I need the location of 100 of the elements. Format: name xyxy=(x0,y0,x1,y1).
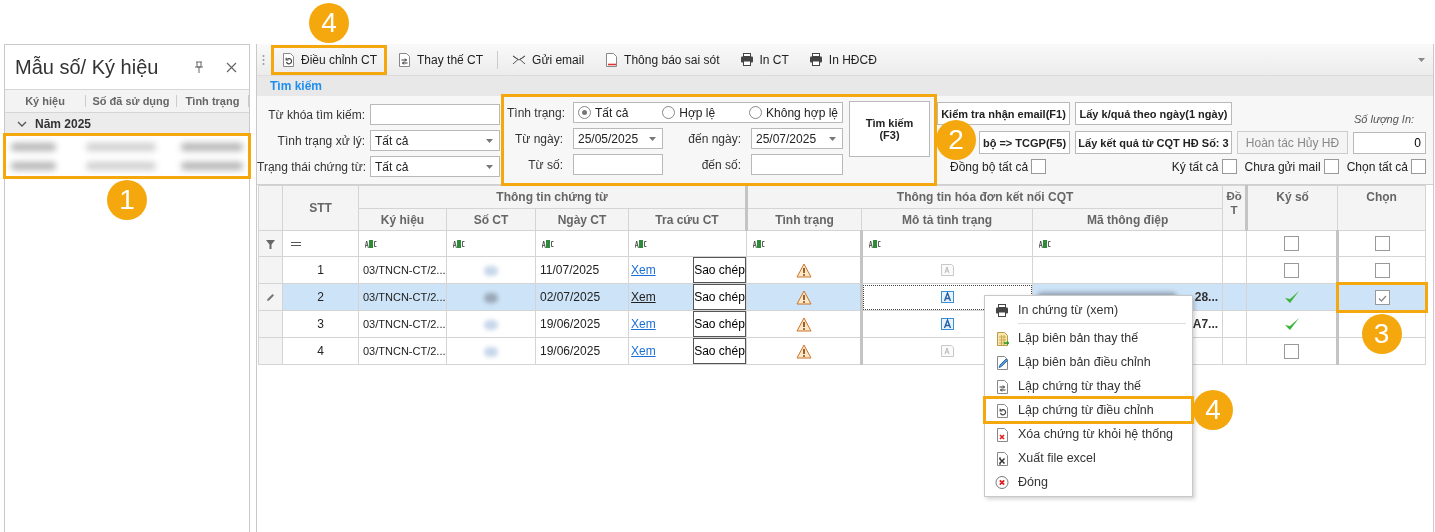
radio-button[interactable]: Hợp lệ xyxy=(662,105,716,120)
quantity-field[interactable]: 0 xyxy=(1353,132,1426,154)
column-header[interactable]: Tình trạng xyxy=(177,95,249,107)
checkbox[interactable] xyxy=(1284,343,1300,359)
checkbox-label: Đồng bộ tất cả xyxy=(950,159,1029,174)
select-field[interactable]: Tất cả xyxy=(370,130,500,151)
toolbar-button[interactable]: Thay thế CT xyxy=(389,46,492,73)
column-header[interactable]: Ký số xyxy=(1246,185,1338,231)
section-header: Tìm kiếm xyxy=(257,76,1433,96)
checkbox[interactable] xyxy=(1284,262,1300,278)
group-row[interactable]: Năm 2025 xyxy=(5,113,249,135)
date-field[interactable]: 25/05/2025 xyxy=(573,128,663,149)
search-field[interactable] xyxy=(370,104,500,125)
column-header[interactable]: Tình trạng xyxy=(746,208,862,231)
menu-item[interactable]: In chứng từ (xem) xyxy=(985,298,1192,322)
field-label: Từ khóa tìm kiếm: xyxy=(267,107,365,122)
action-button[interactable]: Lấy kết quả từ CQT HĐ Số: 3 xyxy=(1075,131,1232,154)
table-cell: A7... xyxy=(1192,317,1219,331)
table-cell: 4 xyxy=(282,337,359,365)
toolbar-button[interactable]: Thông báo sai sót xyxy=(596,46,728,73)
menu-item[interactable]: Lập biên bản điều chỉnh xyxy=(985,350,1192,374)
action-button[interactable]: bộ => TCGP(F5) xyxy=(979,131,1070,154)
column-header[interactable]: Chọn xyxy=(1337,185,1426,231)
grip-icon xyxy=(262,53,265,66)
copy-button[interactable]: Sao chép xyxy=(693,311,746,337)
number-field[interactable] xyxy=(573,154,663,175)
field-label: Từ ngày: xyxy=(513,131,564,146)
menu-item[interactable]: Lập biên bản thay thế xyxy=(985,326,1192,350)
select-field[interactable]: Tất cả xyxy=(370,156,500,177)
blurred-text xyxy=(86,142,156,151)
blurred-text xyxy=(484,346,498,357)
table-cell: 11/07/2025 xyxy=(535,256,629,284)
menu-item[interactable]: Lập chứng từ điều chỉnh xyxy=(985,398,1192,422)
copy-button[interactable]: Sao chép xyxy=(693,338,746,364)
checkbox[interactable] xyxy=(1374,262,1390,278)
checkbox[interactable] xyxy=(1284,236,1300,252)
number-field[interactable] xyxy=(751,154,843,175)
blurred-text xyxy=(11,142,56,151)
checkbox[interactable] xyxy=(1374,236,1390,252)
checkbox[interactable] xyxy=(1323,159,1339,174)
column-header[interactable]: Đồ T xyxy=(1222,185,1247,231)
menu-item[interactable]: Đóng xyxy=(985,470,1192,494)
checkbox-label: Chưa gửi mail xyxy=(1244,159,1321,174)
checkbox[interactable] xyxy=(1411,159,1426,174)
text-filter-icon xyxy=(542,239,554,248)
table-cell: 03/TNCN-CT/2... xyxy=(358,256,447,284)
column-header[interactable]: Thông tin hóa đơn kết nối CQT xyxy=(746,185,1223,209)
column-header[interactable]: Thông tin chứng từ xyxy=(358,185,747,209)
view-link[interactable]: Xem xyxy=(631,344,656,358)
column-header[interactable]: Mã thông điệp xyxy=(1032,208,1223,231)
document-refresh-icon xyxy=(281,52,295,67)
menu-item[interactable]: Xóa chứng từ khỏi hệ thống xyxy=(985,422,1192,446)
text-filter-icon xyxy=(453,239,465,248)
blurred-text xyxy=(11,161,56,170)
checkbox[interactable] xyxy=(1374,289,1390,305)
table-cell: 19/06/2025 xyxy=(535,310,629,338)
toolbar-button[interactable]: Gửi email xyxy=(504,46,593,73)
caret-icon xyxy=(829,136,836,141)
printer-icon xyxy=(739,52,754,67)
close-icon xyxy=(994,474,1009,490)
checkbox[interactable] xyxy=(1221,159,1237,174)
search-button[interactable]: Tìm kiếm (F3) xyxy=(849,101,930,157)
table-cell: 3 xyxy=(282,310,359,338)
close-icon xyxy=(226,61,237,73)
blurred-text xyxy=(484,265,498,276)
column-header[interactable]: Ký hiệu xyxy=(5,95,86,107)
caret-icon xyxy=(486,138,493,143)
column-header[interactable]: Mô tả tình trạng xyxy=(861,208,1033,231)
table-cell: 03/TNCN-CT/2... xyxy=(358,283,447,311)
equals-icon xyxy=(291,241,301,246)
text-filter-icon xyxy=(1039,239,1052,248)
menu-item[interactable]: Xuất file excel xyxy=(985,446,1192,470)
callout-badge: 4 xyxy=(309,2,349,43)
pin-icon xyxy=(194,61,204,73)
document-arrows-icon xyxy=(994,378,1009,394)
checkbox[interactable] xyxy=(1031,159,1047,174)
printer-icon xyxy=(808,52,823,67)
caret-icon xyxy=(1418,57,1425,62)
view-link[interactable]: Xem xyxy=(631,317,656,331)
view-link[interactable]: Xem xyxy=(631,263,656,277)
radio-button[interactable]: Tất cả xyxy=(578,105,629,120)
action-button[interactable]: Kiểm tra nhận email(F1) xyxy=(937,102,1070,125)
copy-button[interactable]: Sao chép xyxy=(693,257,746,283)
radio-button[interactable]: Không hợp lệ xyxy=(749,105,838,120)
menu-item[interactable]: Lập chứng từ thay thế xyxy=(985,374,1192,398)
toolbar-button[interactable]: In HĐCĐ xyxy=(800,46,885,73)
date-field[interactable]: 25/07/2025 xyxy=(751,128,843,149)
blurred-text xyxy=(181,161,243,170)
toolbar-button[interactable]: Điều chỉnh CT xyxy=(273,46,386,73)
field-label: Từ số: xyxy=(527,157,564,172)
column-header[interactable]: STT xyxy=(282,185,359,231)
toolbar-button[interactable]: In CT xyxy=(731,46,797,73)
column-header[interactable]: Số đã sử dụng xyxy=(86,95,177,107)
document-delete-icon xyxy=(994,426,1009,442)
view-link[interactable]: Xem xyxy=(631,290,656,304)
checkbox-label: Ký tất cả xyxy=(1171,159,1219,174)
field-label: Tình trạng xử lý: xyxy=(276,133,365,148)
text-filter-icon xyxy=(869,239,882,248)
copy-button[interactable]: Sao chép xyxy=(693,284,746,310)
action-button[interactable]: Lấy k/quả theo ngày(1 ngày) xyxy=(1075,102,1232,125)
